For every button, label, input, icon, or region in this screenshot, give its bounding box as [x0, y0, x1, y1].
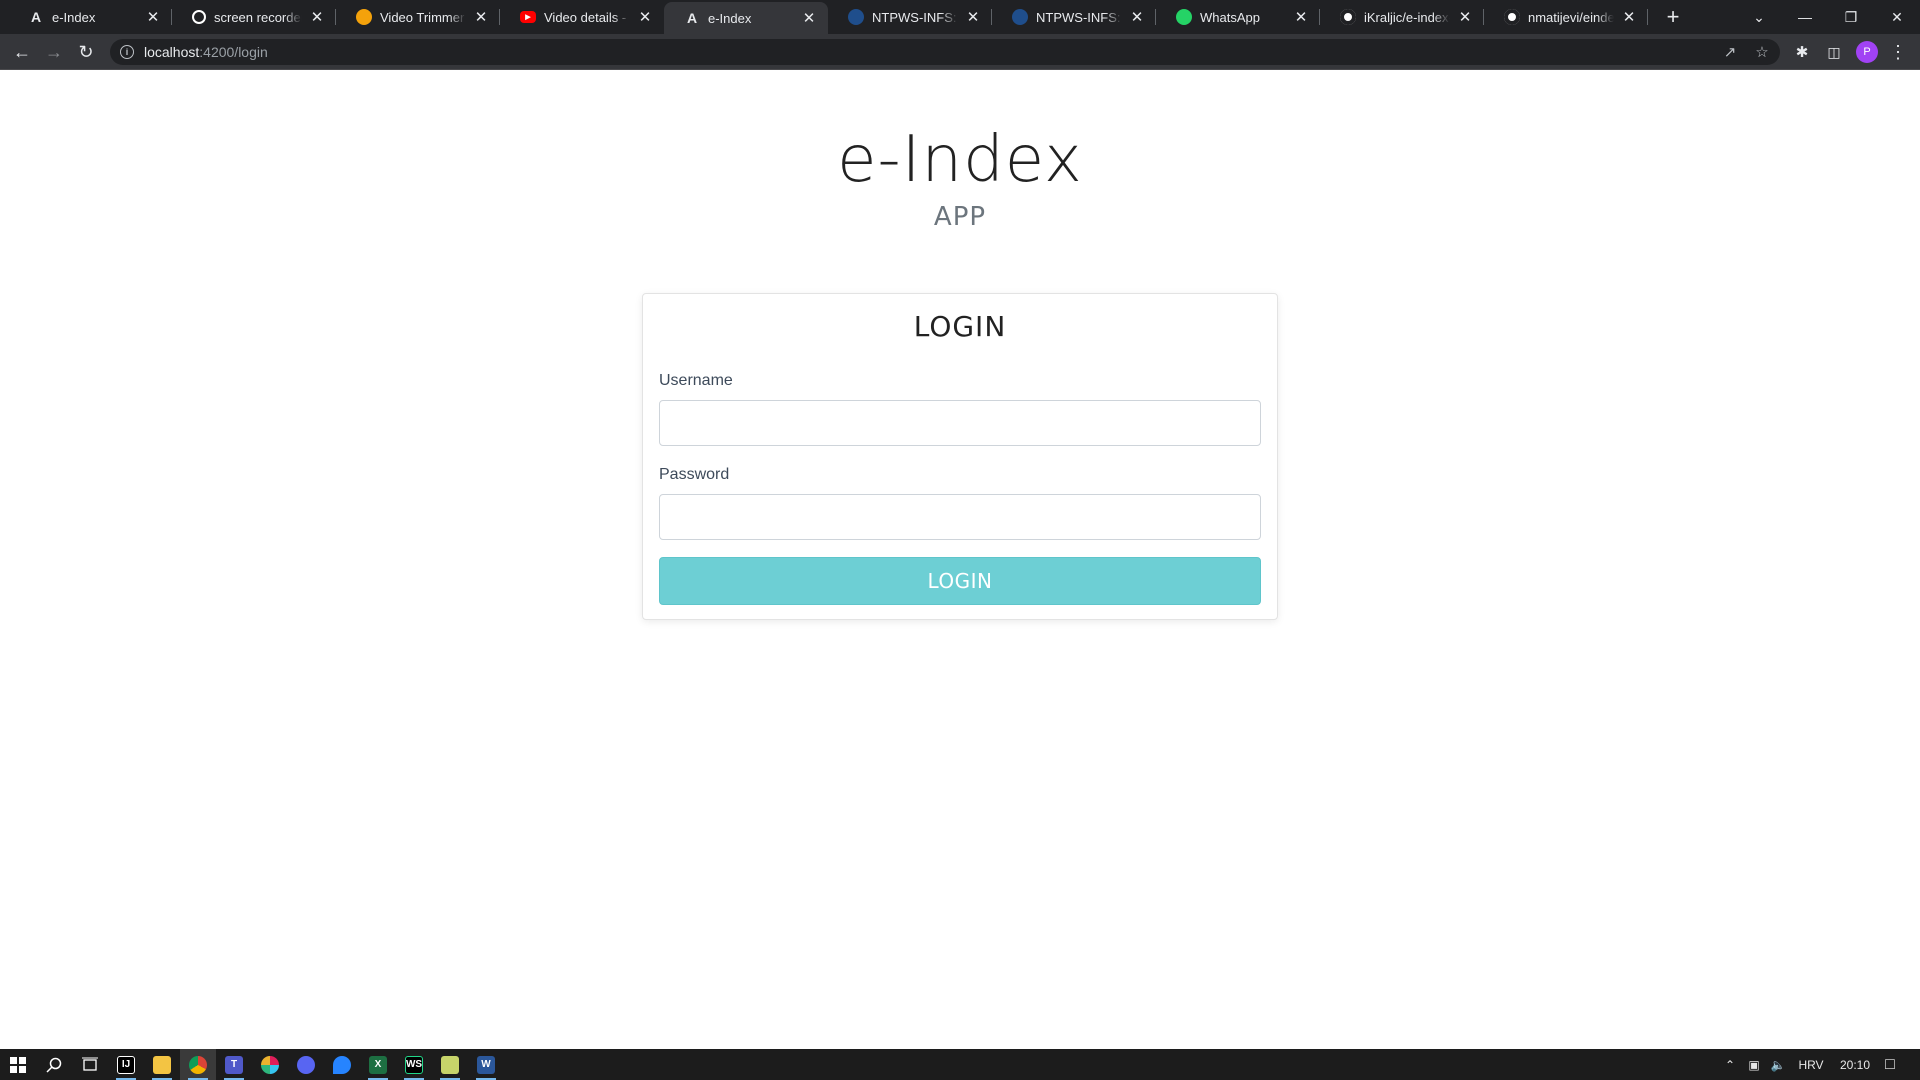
close-tab-icon[interactable]: ✕ [1292, 8, 1310, 26]
close-tab-icon[interactable]: ✕ [964, 8, 982, 26]
sourcetree-icon[interactable] [324, 1049, 360, 1080]
close-tab-icon[interactable]: ✕ [636, 8, 654, 26]
tab-title: Video details - You [544, 9, 630, 25]
side-panel-icon[interactable]: ◫ [1820, 38, 1848, 66]
close-tab-icon[interactable]: ✕ [308, 8, 326, 26]
url-path: :4200/login [199, 44, 268, 60]
tab-separator [1647, 9, 1648, 25]
login-title: LOGIN [913, 310, 1007, 343]
login-button[interactable]: LOGIN [659, 557, 1261, 605]
browser-tab[interactable]: NTPWS-INFS: Rasp ✕ [828, 0, 992, 34]
word-icon[interactable]: W [468, 1049, 504, 1080]
moodle-icon [1012, 9, 1028, 25]
teams-icon[interactable]: T [216, 1049, 252, 1080]
password-label: Password [659, 466, 730, 483]
github-icon [1504, 9, 1520, 25]
chrome-icon[interactable] [180, 1049, 216, 1080]
close-tab-icon[interactable]: ✕ [472, 8, 490, 26]
close-tab-icon[interactable]: ✕ [800, 9, 818, 27]
close-tab-icon[interactable]: ✕ [1456, 8, 1474, 26]
tab-title: NTPWS-INFS: Pred [1036, 9, 1122, 25]
profile-avatar[interactable]: P [1856, 41, 1878, 63]
notepad-icon[interactable] [432, 1049, 468, 1080]
file-explorer-icon[interactable] [144, 1049, 180, 1080]
tab-title: e-Index [52, 9, 96, 25]
forward-icon[interactable]: → [40, 38, 68, 66]
angular-icon: A [686, 10, 698, 26]
tray-overflow-icon[interactable]: ⌃ [1718, 1049, 1742, 1080]
username-input[interactable] [659, 400, 1261, 446]
page-content: e-Index APP LOGIN Username Password LOGI… [0, 71, 1920, 1049]
video-trimmer-icon [356, 9, 372, 25]
browser-tab[interactable]: NTPWS-INFS: Pred ✕ [992, 0, 1156, 34]
tab-title: screen recorder - Go [214, 9, 302, 25]
windows-taskbar: IJ T X WS W ⌃ ▣ 🔈 HRV 20:10 □ [0, 1049, 1920, 1080]
browser-tab-strip: Ae-Index✕screen recorder - Go✕Video Trim… [0, 0, 1920, 34]
close-window-icon[interactable]: ✕ [1874, 0, 1920, 34]
search-icon[interactable] [36, 1049, 72, 1080]
browser-tab[interactable]: ▶ Video details - You ✕ [500, 0, 664, 34]
browser-tab[interactable]: nmatijevi/eindex_b ✕ [1484, 0, 1648, 34]
username-label: Username [659, 372, 733, 389]
tab-search-icon[interactable]: ⌄ [1736, 0, 1782, 34]
tab-title: Video Trimmer - Cu [380, 9, 466, 25]
password-input[interactable] [659, 494, 1261, 540]
close-tab-icon[interactable]: ✕ [1128, 8, 1146, 26]
slack-icon[interactable] [252, 1049, 288, 1080]
share-icon[interactable]: ↗ [1718, 39, 1742, 65]
angular-icon: A [30, 9, 42, 25]
github-icon [1340, 9, 1356, 25]
address-bar[interactable]: i localhost:4200/login ↗ ☆ [110, 39, 1780, 65]
close-tab-icon[interactable]: ✕ [1620, 8, 1638, 26]
intellij-icon[interactable]: IJ [108, 1049, 144, 1080]
back-icon[interactable]: ← [8, 38, 36, 66]
app-title: e-Index [837, 123, 1083, 197]
youtube-icon: ▶ [520, 11, 536, 23]
browser-tab[interactable]: Ae-Index ✕ [664, 2, 828, 34]
browser-tab[interactable]: WhatsApp ✕ [1156, 0, 1320, 34]
browser-tab[interactable]: Video Trimmer - Cu ✕ [336, 0, 500, 34]
app-subtitle: APP [933, 202, 987, 232]
task-view-icon[interactable] [72, 1049, 108, 1080]
notifications-icon[interactable]: □ [1870, 1049, 1910, 1080]
tab-title: WhatsApp [1200, 9, 1260, 25]
chrome-menu-icon[interactable]: ⋮ [1884, 38, 1912, 66]
reload-icon[interactable]: ↻ [72, 38, 100, 66]
language-indicator[interactable]: HRV [1792, 1049, 1830, 1080]
browser-toolbar: ← → ↻ i localhost:4200/login ↗ ☆ ✱ ◫ P ⋮ [0, 34, 1920, 70]
new-tab-button[interactable]: + [1660, 4, 1686, 30]
login-card: LOGIN Username Password LOGIN [642, 293, 1278, 620]
webstorm-icon[interactable]: WS [396, 1049, 432, 1080]
restore-icon[interactable]: ❐ [1828, 0, 1874, 34]
bookmark-star-icon[interactable]: ☆ [1750, 39, 1774, 65]
moodle-icon [848, 9, 864, 25]
windows-start-icon[interactable] [0, 1049, 36, 1080]
whatsapp-icon [1176, 9, 1192, 25]
network-icon[interactable]: ▣ [1742, 1049, 1766, 1080]
minimize-icon[interactable]: — [1782, 0, 1828, 34]
tab-title: NTPWS-INFS: Rasp [872, 9, 958, 25]
browser-tab[interactable]: iKraljic/e-index-fro ✕ [1320, 0, 1484, 34]
site-info-icon[interactable]: i [120, 45, 134, 59]
tab-title: e-Index [708, 10, 752, 26]
volume-icon[interactable]: 🔈 [1766, 1049, 1790, 1080]
url-host: localhost [144, 44, 200, 60]
discord-icon[interactable] [288, 1049, 324, 1080]
browser-tab[interactable]: Ae-Index ✕ [8, 0, 172, 34]
google-icon [192, 10, 206, 24]
extensions-icon[interactable]: ✱ [1788, 38, 1816, 66]
tab-title: iKraljic/e-index-fro [1364, 9, 1450, 25]
tab-title: nmatijevi/eindex_b [1528, 9, 1614, 25]
close-tab-icon[interactable]: ✕ [144, 8, 162, 26]
browser-tab[interactable]: screen recorder - Go ✕ [172, 0, 336, 34]
excel-icon[interactable]: X [360, 1049, 396, 1080]
